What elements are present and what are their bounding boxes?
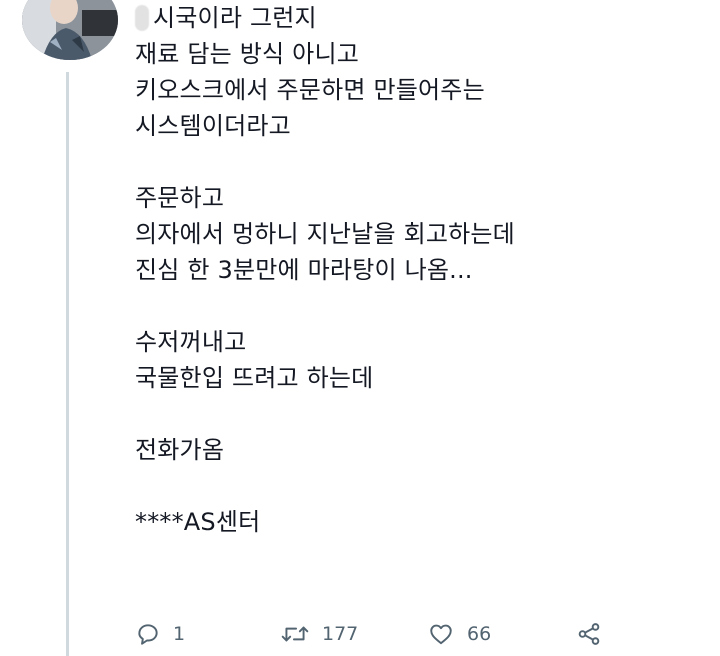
tweet-header: 시국이라 그런지 (135, 0, 705, 36)
heart-icon (427, 621, 455, 647)
tweet-actions: 1 177 66 (135, 616, 615, 652)
share-button[interactable] (575, 621, 603, 647)
reply-count: 1 (173, 623, 186, 645)
tweet-text: 시국이라 그런지 재료 담는 방식 아니고 키오스크에서 주문하면 만들어주는 … (135, 0, 705, 540)
tweet-line: 주문하고 (135, 184, 225, 212)
retweet-count: 177 (322, 623, 359, 645)
tweet-line: 재료 담는 방식 아니고 (135, 40, 360, 68)
reply-button[interactable]: 1 (135, 621, 185, 647)
reply-icon (135, 621, 161, 647)
blurred-name (135, 5, 149, 31)
tweet-line: ****AS센터 (135, 508, 261, 536)
like-button[interactable]: 66 (427, 621, 491, 647)
tweet-header-text: 시국이라 그런지 (153, 4, 317, 32)
tweet-line: 수저꺼내고 (135, 328, 247, 356)
tweet-line: 키오스크에서 주문하면 만들어주는 (135, 76, 485, 104)
thread-line (66, 72, 69, 656)
avatar-image (22, 0, 118, 60)
avatar[interactable] (22, 0, 118, 60)
like-count: 66 (467, 623, 492, 645)
retweet-icon (280, 621, 310, 647)
tweet-line: 국물한입 뜨려고 하는데 (135, 364, 374, 392)
tweet-line: 의자에서 멍하니 지난날을 회고하는데 (135, 220, 515, 248)
retweet-button[interactable]: 177 (280, 621, 358, 647)
tweet-line: 진심 한 3분만에 마라탕이 나옴... (135, 256, 473, 284)
tweet-line: 전화가옴 (135, 436, 225, 464)
share-icon (575, 621, 603, 647)
tweet-line: 시스템이더라고 (135, 112, 291, 140)
